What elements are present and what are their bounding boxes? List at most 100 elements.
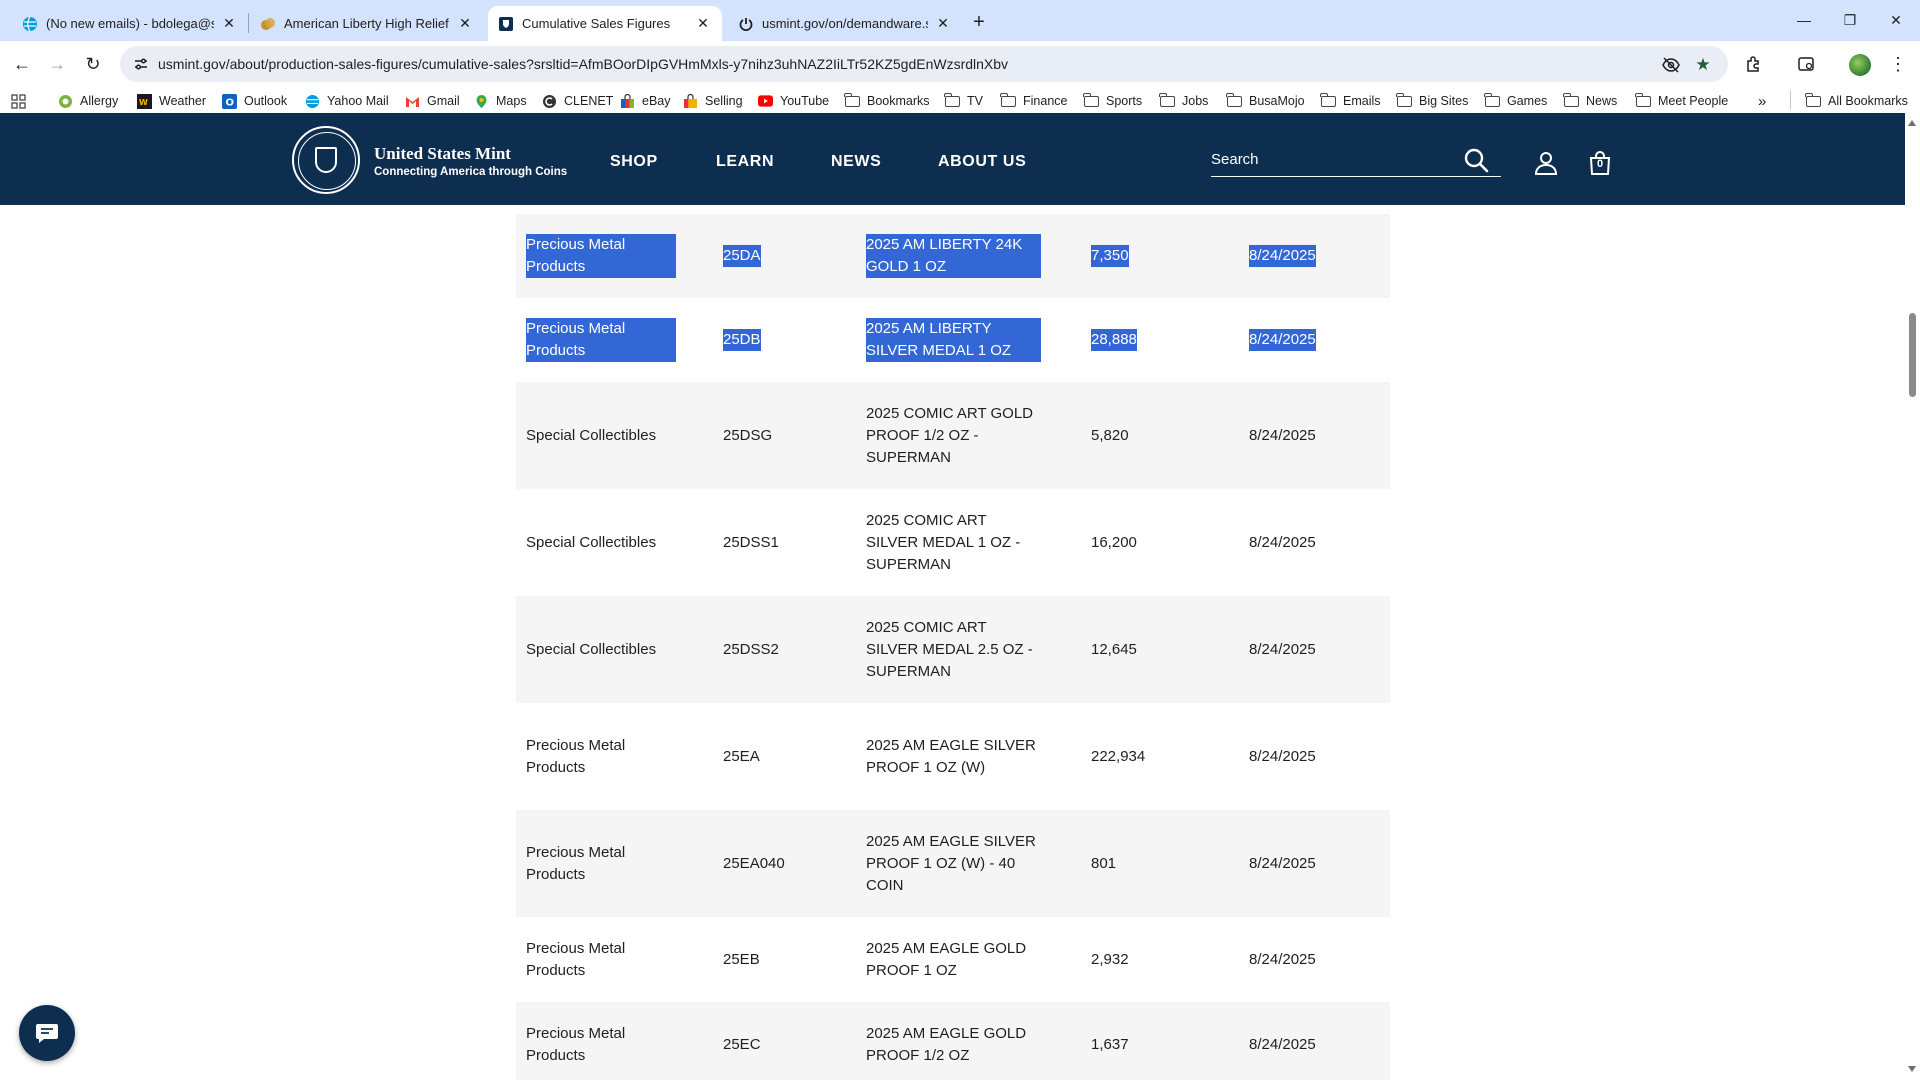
bookmark-folder-big-sites[interactable]: Big Sites: [1396, 91, 1468, 111]
bookmark-folder-news[interactable]: News: [1563, 91, 1617, 111]
category-cell: Special Collectibles: [526, 426, 657, 444]
page-scrollbar[interactable]: [1905, 113, 1920, 1080]
nav-about-us[interactable]: ABOUT US: [938, 153, 1026, 171]
side-panel-icon[interactable]: [1794, 52, 1818, 76]
date-cell: 8/24/2025: [1249, 640, 1316, 658]
bookmark-ebay[interactable]: eBay: [620, 91, 671, 111]
close-window-icon[interactable]: ✕: [1873, 6, 1919, 34]
bookmarks-overflow-icon[interactable]: »: [1758, 91, 1766, 111]
new-tab-icon[interactable]: +: [967, 10, 991, 34]
reload-icon[interactable]: ↻: [79, 50, 107, 78]
bookmark-folder-finance[interactable]: Finance: [1000, 91, 1067, 111]
bookmark-label: Outlook: [244, 94, 288, 108]
folder-icon: [1320, 92, 1336, 107]
sales-cell: 1,637: [1091, 1035, 1129, 1053]
sales-cell: 2,932: [1091, 950, 1129, 968]
close-icon[interactable]: ✕: [456, 15, 474, 33]
table-row: Special Collectibles 25DSS2 2025 COMIC A…: [516, 596, 1390, 703]
folder-icon: [1083, 92, 1099, 107]
brand-name[interactable]: United States Mint: [374, 144, 511, 164]
product-cell: 2025 COMIC ART SILVER MEDAL 1 OZ - SUPER…: [866, 511, 1021, 573]
bookmark-label: Meet People: [1658, 94, 1729, 108]
date-cell: 8/24/2025: [1249, 854, 1316, 872]
bookmark-yahoo-mail[interactable]: Yahoo Mail: [305, 91, 389, 111]
url-text[interactable]: usmint.gov/about/production-sales-figure…: [158, 56, 1008, 72]
tab-cumulative-sales[interactable]: Cumulative Sales Figures ✕: [488, 6, 722, 41]
weather-icon: W: [137, 93, 152, 109]
bookmark-star-icon[interactable]: ★: [1692, 54, 1714, 76]
bookmark-folder-bookmarks[interactable]: Bookmarks: [844, 91, 930, 111]
bookmark-weather[interactable]: W Weather: [137, 91, 206, 111]
bookmark-selling[interactable]: Selling: [683, 91, 743, 111]
nav-shop[interactable]: SHOP: [610, 153, 658, 171]
apps-grid-icon[interactable]: [11, 91, 26, 111]
bookmark-label: eBay: [642, 94, 671, 108]
product-cell: 2025 AM LIBERTY SILVER MEDAL 1 OZ: [866, 318, 1041, 362]
minimize-icon[interactable]: —: [1781, 6, 1827, 34]
table-row: Precious Metal Products 25DB 2025 AM LIB…: [516, 298, 1390, 382]
product-cell: 2025 AM EAGLE SILVER PROOF 1 OZ (W) - 40…: [866, 832, 1036, 894]
site-info-icon[interactable]: [132, 55, 150, 73]
bookmark-allergy[interactable]: Allergy: [58, 91, 118, 111]
category-cell: Special Collectibles: [526, 640, 657, 658]
brand-tagline: Connecting America through Coins: [374, 166, 568, 178]
bookmark-clenet[interactable]: CLENET: [542, 91, 613, 111]
tab-demandware[interactable]: usmint.gov/on/demandware.sto ✕: [728, 6, 962, 41]
cart-button[interactable]: 0: [1587, 150, 1613, 176]
table-row: Precious Metal Products 25DA 2025 AM LIB…: [516, 214, 1390, 298]
sales-cell: 801: [1091, 854, 1117, 872]
bookmark-folder-tv[interactable]: TV: [944, 91, 983, 111]
bookmark-folder-emails[interactable]: Emails: [1320, 91, 1381, 111]
scroll-up-icon[interactable]: [1908, 120, 1916, 126]
bookmark-folder-meet-people[interactable]: Meet People: [1635, 91, 1729, 111]
search-input[interactable]: [1211, 148, 1451, 170]
forward-icon[interactable]: →: [43, 50, 71, 78]
bookmark-label: TV: [967, 94, 983, 108]
tab-title: American Liberty High Relief 20: [284, 16, 450, 31]
account-icon[interactable]: [1533, 150, 1559, 176]
eye-off-icon[interactable]: [1660, 54, 1682, 76]
chat-button[interactable]: [19, 1005, 75, 1061]
date-cell: 8/24/2025: [1249, 533, 1316, 551]
close-icon[interactable]: ✕: [220, 15, 238, 33]
treasury-seal-logo[interactable]: [292, 126, 360, 194]
scroll-down-icon[interactable]: [1908, 1066, 1916, 1072]
nav-news[interactable]: NEWS: [831, 153, 881, 171]
profile-avatar[interactable]: [1849, 54, 1871, 76]
site-search: [1211, 143, 1501, 177]
close-icon[interactable]: ✕: [934, 15, 952, 33]
bookmark-folder-sports[interactable]: Sports: [1083, 91, 1142, 111]
bookmark-outlook[interactable]: O Outlook: [222, 91, 287, 111]
clenet-icon: [542, 94, 557, 109]
table-row: Special Collectibles 25DSS1 2025 COMIC A…: [516, 489, 1390, 596]
address-bar[interactable]: usmint.gov/about/production-sales-figure…: [120, 46, 1728, 82]
code-cell: 25DB: [723, 329, 761, 351]
close-icon[interactable]: ✕: [694, 15, 712, 33]
back-icon[interactable]: ←: [8, 50, 36, 78]
restore-icon[interactable]: ❐: [1827, 6, 1873, 34]
search-icon[interactable]: [1463, 147, 1489, 173]
bookmark-youtube[interactable]: YouTube: [758, 91, 829, 111]
bookmark-gmail[interactable]: Gmail: [405, 91, 460, 111]
bookmark-folder-games[interactable]: Games: [1484, 91, 1547, 111]
tab-email[interactable]: (No new emails) - bdolega@sb ✕: [12, 6, 248, 41]
extensions-icon[interactable]: [1742, 52, 1766, 76]
cumulative-sales-table: Precious Metal Products 25DA 2025 AM LIB…: [516, 214, 1390, 1080]
product-cell: 2025 COMIC ART SILVER MEDAL 2.5 OZ - SUP…: [866, 618, 1033, 680]
folder-icon: [844, 92, 860, 107]
folder-icon: [944, 92, 960, 107]
shopping-bag-icon: [620, 93, 635, 109]
bookmark-maps[interactable]: Maps: [474, 91, 527, 111]
all-bookmarks-label: All Bookmarks: [1828, 94, 1908, 108]
bookmark-folder-busamojo[interactable]: BusaMojo: [1226, 91, 1305, 111]
more-menu-icon[interactable]: ⋮: [1886, 52, 1910, 76]
all-bookmarks[interactable]: All Bookmarks: [1805, 91, 1908, 111]
nav-learn[interactable]: LEARN: [716, 153, 774, 171]
bookmark-label: Gmail: [427, 94, 460, 108]
scrollbar-thumb[interactable]: [1909, 313, 1916, 397]
allergy-icon: [58, 94, 73, 109]
tab-american-liberty[interactable]: American Liberty High Relief 20 ✕: [250, 6, 484, 41]
code-cell: 25DSS1: [723, 533, 779, 551]
bookmark-folder-jobs[interactable]: Jobs: [1159, 91, 1208, 111]
att-globe-icon: [22, 16, 38, 32]
